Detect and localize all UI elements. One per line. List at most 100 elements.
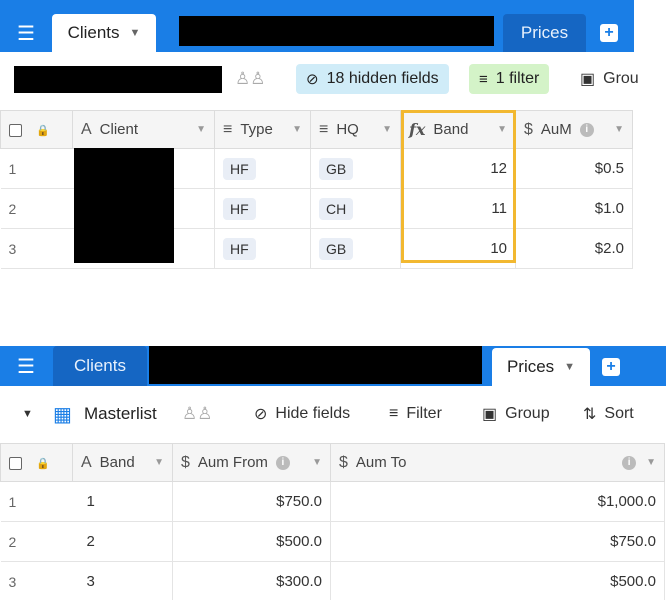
chevron-down-icon[interactable]: ▼ (564, 361, 575, 373)
group-label: Grou (603, 70, 639, 87)
eye-slash-icon: ⊘ (254, 406, 268, 423)
aum-to-cell[interactable]: $1,000.0 (330, 481, 665, 522)
chevron-down-icon[interactable]: ▼ (130, 27, 141, 39)
column-header-aum-from[interactable]: $ Aum From i ▼ (172, 443, 331, 482)
aum-cell[interactable]: $0.5 (515, 148, 633, 189)
add-table-icon[interactable]: + (602, 358, 620, 376)
hamburger-menu-icon[interactable]: ☰ (0, 346, 52, 386)
table-row[interactable]: 3 3 $300.0 $500.0 (0, 561, 665, 600)
band-cell[interactable]: 10 (400, 228, 516, 269)
prices-grid: 🔒 A Band ▼ $ Aum From i ▼ $ Aum To i ▼ 1… (0, 443, 665, 600)
group-button[interactable]: ▣ Group (482, 399, 550, 429)
table-row[interactable]: 2 2 $500.0 $750.0 (0, 521, 665, 562)
chevron-down-icon[interactable]: ▼ (614, 124, 624, 135)
row-number: 3 (0, 228, 73, 269)
table-tab-bar: ☰ Clients ▼ Prices + (0, 0, 634, 52)
redacted-tab (179, 16, 494, 46)
filter-label: 1 filter (495, 70, 540, 87)
type-chip: HF (223, 237, 256, 260)
collaborators-icon[interactable]: ♙♙ (182, 399, 212, 429)
column-header-band[interactable]: A Band ▼ (72, 443, 173, 482)
hq-cell[interactable]: CH (310, 188, 401, 229)
header-row: 🔒 A Band ▼ $ Aum From i ▼ $ Aum To i ▼ (0, 443, 665, 482)
collaborators-icon[interactable]: ♙♙ (235, 64, 265, 94)
group-button[interactable]: ▣ Grou (580, 64, 639, 94)
info-icon[interactable]: i (275, 455, 290, 470)
hq-cell[interactable]: GB (310, 148, 401, 189)
select-all-checkbox[interactable] (9, 456, 22, 470)
select-all-checkbox[interactable] (9, 123, 22, 137)
chevron-down-icon[interactable]: ▼ (646, 457, 656, 468)
sort-label: Sort (604, 405, 634, 422)
lock-icon: 🔒 (36, 458, 50, 470)
column-label: HQ (336, 121, 359, 138)
aum-from-cell[interactable]: $300.0 (172, 561, 331, 600)
tab-label: Clients (74, 356, 126, 375)
chevron-down-icon[interactable]: ▼ (154, 457, 164, 468)
info-icon[interactable]: i (579, 122, 594, 137)
aum-cell[interactable]: $2.0 (515, 228, 633, 269)
filter-button[interactable]: ≡ 1 filter (469, 64, 550, 94)
band-cell[interactable]: 11 (400, 188, 516, 229)
tab-clients[interactable]: Clients ▼ (52, 14, 156, 52)
hq-chip: GB (319, 157, 354, 180)
aum-from-cell[interactable]: $750.0 (172, 481, 331, 522)
row-number: 2 (0, 521, 73, 562)
band-cell[interactable]: 2 (72, 521, 173, 562)
tab-prices[interactable]: Prices (503, 14, 586, 52)
view-switcher-toggle[interactable]: ▼ (22, 399, 33, 429)
type-cell[interactable]: HF (214, 188, 311, 229)
aum-to-cell[interactable]: $500.0 (330, 561, 665, 600)
column-header-type[interactable]: ≡ Type ▼ (214, 110, 311, 149)
chevron-down-icon[interactable]: ▼ (312, 457, 322, 468)
lock-icon: 🔒 (36, 125, 50, 137)
currency-icon: $ (524, 120, 533, 138)
table-row[interactable]: 1 1 $750.0 $1,000.0 (0, 481, 665, 522)
column-header-hq[interactable]: ≡ HQ ▼ (310, 110, 401, 149)
hamburger-menu-icon[interactable]: ☰ (0, 14, 52, 52)
column-header-aum[interactable]: $ AuM i ▼ (515, 110, 633, 149)
info-icon[interactable]: i (622, 455, 637, 470)
band-cell[interactable]: 12 (400, 148, 516, 189)
column-label: Client (99, 121, 139, 138)
currency-icon: $ (339, 453, 348, 471)
column-label: Band (433, 121, 469, 138)
filter-button[interactable]: ≡ Filter (389, 399, 442, 429)
view-name[interactable]: Masterlist (84, 399, 157, 429)
single-select-icon: ≡ (223, 120, 233, 138)
aum-from-cell[interactable]: $500.0 (172, 521, 331, 562)
chevron-down-icon[interactable]: ▼ (382, 124, 392, 135)
column-header-band[interactable]: fx Band ▼ (400, 110, 516, 149)
band-cell[interactable]: 1 (72, 481, 173, 522)
tab-prices[interactable]: Prices ▼ (492, 348, 590, 386)
row-number: 3 (0, 561, 73, 600)
filter-icon: ≡ (389, 405, 399, 422)
hide-fields-button[interactable]: ⊘ Hide fields (254, 399, 350, 429)
hq-cell[interactable]: GB (310, 228, 401, 269)
group-label: Group (505, 405, 550, 422)
table-tab-bar: ☰ Clients Prices ▼ + (0, 346, 666, 386)
chevron-down-icon[interactable]: ▼ (196, 124, 206, 135)
eye-slash-icon: ⊘ (306, 71, 319, 88)
tab-label: Clients (67, 23, 120, 42)
column-label: Band (99, 454, 135, 471)
aum-to-cell[interactable]: $750.0 (330, 521, 665, 562)
hidden-fields-button[interactable]: ⊘ 18 hidden fields (296, 64, 449, 94)
grid-view-icon: ▦ (53, 403, 72, 426)
group-icon: ▣ (580, 71, 596, 88)
row-number: 1 (0, 481, 73, 522)
chevron-down-icon[interactable]: ▼ (292, 124, 302, 135)
aum-cell[interactable]: $1.0 (515, 188, 633, 229)
column-header-client[interactable]: A Client ▼ (72, 110, 215, 149)
add-table-icon[interactable]: + (600, 24, 618, 42)
type-cell[interactable]: HF (214, 148, 311, 189)
type-chip: HF (223, 197, 256, 220)
column-header-aum-to[interactable]: $ Aum To i ▼ (330, 443, 665, 482)
type-cell[interactable]: HF (214, 228, 311, 269)
single-select-icon: ≡ (319, 120, 329, 138)
band-cell[interactable]: 3 (72, 561, 173, 600)
column-label: Aum To (355, 454, 407, 471)
tab-clients[interactable]: Clients (53, 346, 147, 386)
chevron-down-icon[interactable]: ▼ (497, 124, 507, 135)
sort-button[interactable]: ⇅ Sort (583, 399, 634, 429)
